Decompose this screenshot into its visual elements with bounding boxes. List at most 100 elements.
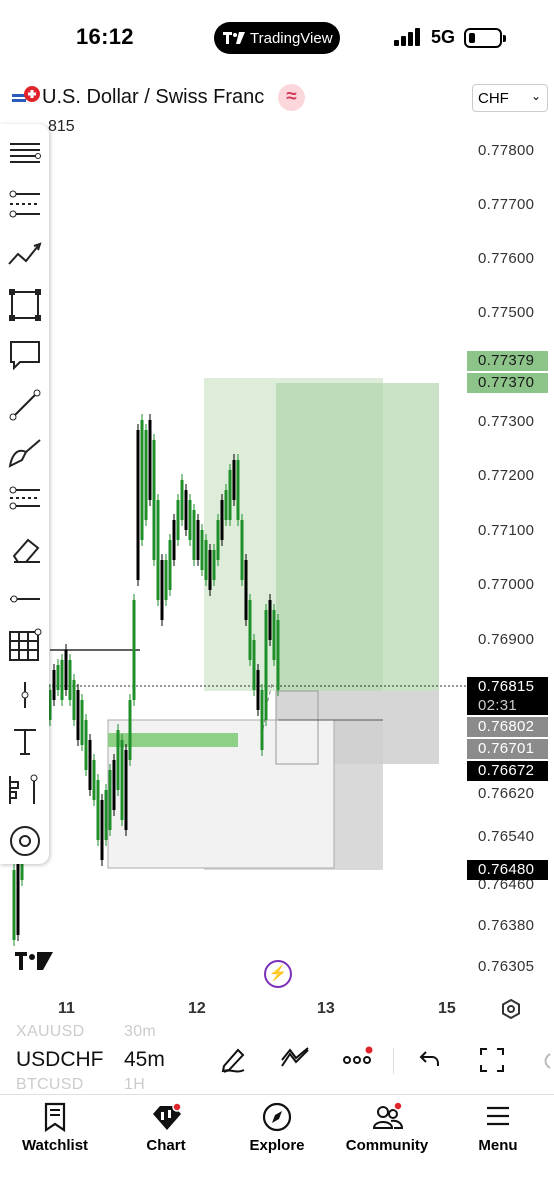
market-status-icon[interactable]: ≈ xyxy=(278,84,305,111)
interval-selector[interactable]: 45m xyxy=(124,1048,165,1072)
scroll-hint-icon xyxy=(544,1053,551,1069)
candle-body xyxy=(60,660,64,700)
drawing-pen-icon[interactable] xyxy=(220,1044,248,1074)
candle-body xyxy=(108,770,112,830)
candle-body xyxy=(136,430,140,580)
grid-tool-icon[interactable] xyxy=(6,626,44,664)
symbol-bar: XAUUSD USDCHF BTCUSD 30m 45m 1H xyxy=(0,1023,554,1094)
long-position-icon[interactable] xyxy=(6,770,44,808)
candle-body xyxy=(204,540,208,580)
interval-option-above[interactable]: 30m xyxy=(124,1023,156,1041)
long-position-target-zone-2 xyxy=(276,383,439,691)
symbol-flag-icon xyxy=(12,86,40,102)
candle-body xyxy=(164,560,168,600)
last-price-tag: 0.76815 xyxy=(467,677,548,697)
price-axis-label: 0.76305 xyxy=(478,958,535,975)
undo-icon[interactable] xyxy=(418,1048,442,1070)
app-pill: TradingView xyxy=(214,22,340,54)
price-axis-label: 0.77600 xyxy=(478,250,535,267)
candle-body xyxy=(132,600,136,700)
price-axis-label: 0.77000 xyxy=(478,576,535,593)
vertical-line-icon[interactable] xyxy=(6,676,44,714)
indicators-icon[interactable] xyxy=(280,1046,310,1070)
candle-body xyxy=(68,660,72,700)
take-profit-tag: 0.77370 xyxy=(467,373,548,393)
price-axis-label: 0.77700 xyxy=(478,196,535,213)
tab-bar-divider xyxy=(0,1094,554,1095)
network-type: 5G xyxy=(431,27,456,47)
candle-body xyxy=(116,730,120,790)
candle-body xyxy=(188,500,192,540)
time-axis-label: 15 xyxy=(438,1000,456,1017)
candle-body xyxy=(184,490,188,530)
callout-tool-icon[interactable] xyxy=(6,336,44,374)
currency-value: CHF xyxy=(478,90,509,107)
entry-zone xyxy=(108,733,238,747)
candle-body xyxy=(208,550,212,590)
candle-body xyxy=(160,560,164,620)
currency-select[interactable]: CHF ⌄ xyxy=(472,84,548,112)
candle-body xyxy=(84,720,88,770)
candle-body xyxy=(152,440,156,560)
candle-body xyxy=(216,520,220,560)
interval-option-below[interactable]: 1H xyxy=(124,1076,145,1094)
price-axis-label: 0.77200 xyxy=(478,467,535,484)
candle-body xyxy=(104,790,108,840)
price-axis-label: 0.76620 xyxy=(478,785,535,802)
drawing-toolbar xyxy=(0,124,49,864)
fib-tools-icon[interactable] xyxy=(6,480,44,518)
symbol-option-below[interactable]: BTCUSD xyxy=(16,1076,84,1094)
price-axis-label: 0.77500 xyxy=(478,304,535,321)
battery-icon xyxy=(464,28,506,48)
trend-lines-menu-icon[interactable] xyxy=(6,134,44,172)
take-profit-tag: 0.77379 xyxy=(467,351,548,371)
level-tag: 0.76480 xyxy=(467,860,548,880)
brush-tool-icon[interactable] xyxy=(6,434,44,472)
text-tool-icon[interactable] xyxy=(6,722,44,760)
candle-body xyxy=(192,510,196,560)
tradingview-watermark-icon xyxy=(15,952,53,970)
app-label: TradingView xyxy=(250,29,333,47)
symbol-selector[interactable]: USDCHF xyxy=(16,1048,104,1072)
candle-body xyxy=(112,760,116,810)
candle-body xyxy=(240,520,244,580)
candle-body xyxy=(264,610,268,720)
symbol-title[interactable]: U.S. Dollar / Swiss Franc xyxy=(42,86,264,109)
tab-label: Menu xyxy=(478,1137,518,1154)
price-axis-label: 0.76380 xyxy=(478,917,535,934)
watchlist-icon xyxy=(44,1102,66,1132)
bar-countdown: 02:31 xyxy=(467,696,548,715)
compass-icon xyxy=(262,1102,292,1132)
lightning-icon[interactable]: ⚡ xyxy=(264,960,292,988)
price-chart[interactable] xyxy=(0,120,470,1000)
candle-body xyxy=(148,420,152,500)
candle-body xyxy=(88,740,92,790)
line-tool-icon[interactable] xyxy=(6,386,44,424)
candle-body xyxy=(12,870,16,940)
price-axis-label: 0.77300 xyxy=(478,413,535,430)
tab-label: Watchlist xyxy=(21,1137,89,1154)
candle-body xyxy=(120,740,124,820)
candle-body xyxy=(56,665,60,690)
eraser-icon[interactable] xyxy=(6,530,44,568)
candle-body xyxy=(224,490,228,520)
fullscreen-icon[interactable] xyxy=(478,1046,506,1074)
settings-hexagon-icon[interactable] xyxy=(500,998,522,1020)
clock: 16:12 xyxy=(76,24,134,49)
horizontal-line-icon[interactable] xyxy=(6,580,44,618)
tradingview-logo-icon xyxy=(223,32,245,44)
measure-tool-icon[interactable] xyxy=(6,822,44,860)
candle-body xyxy=(96,780,100,840)
path-tool-icon[interactable] xyxy=(6,236,44,274)
more-options-icon[interactable] xyxy=(342,1046,376,1070)
candle-body xyxy=(212,550,216,580)
price-axis-label: 0.77800 xyxy=(478,142,535,159)
price-axis-label: 0.77100 xyxy=(478,522,535,539)
level-tag: 0.76701 xyxy=(467,739,548,759)
tab-label: Explore xyxy=(249,1137,305,1154)
candle-body xyxy=(156,500,160,600)
level-tag: 0.76802 xyxy=(467,717,548,737)
fib-retracement-icon[interactable] xyxy=(6,186,44,224)
rectangle-tool-icon[interactable] xyxy=(6,286,44,324)
symbol-option-above[interactable]: XAUUSD xyxy=(16,1023,84,1041)
